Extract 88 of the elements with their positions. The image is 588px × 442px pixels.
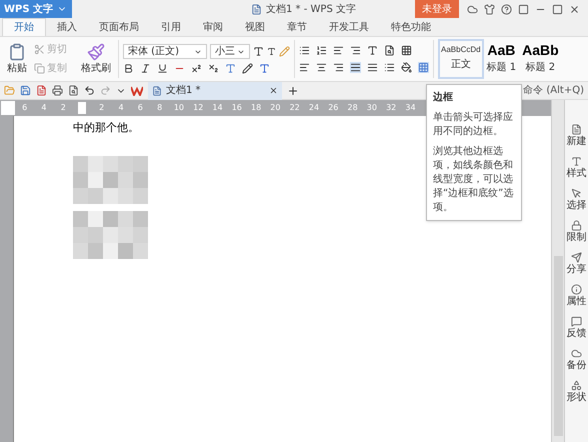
style-preset[interactable]: AaB 标题 1 xyxy=(484,39,520,79)
wps-logo-icon[interactable] xyxy=(131,86,143,96)
ribbon-tab[interactable]: 特色功能 xyxy=(380,18,442,36)
outdent-icon[interactable] xyxy=(333,45,344,56)
pointer-icon xyxy=(571,188,582,199)
vertical-scrollbar[interactable] xyxy=(551,100,564,442)
font-color-icon[interactable] xyxy=(259,63,270,74)
help-icon[interactable] xyxy=(501,4,512,14)
ribbon-tab[interactable]: 章节 xyxy=(276,18,318,36)
italic-icon[interactable] xyxy=(140,63,151,74)
ribbon-tab[interactable]: 视图 xyxy=(234,18,276,36)
task-pane-button[interactable]: 形状 xyxy=(566,380,586,403)
show-marks-icon[interactable] xyxy=(384,45,395,56)
ribbon-tab[interactable]: 开发工具 xyxy=(318,18,380,36)
distributed-icon[interactable] xyxy=(367,62,378,73)
indent-icon[interactable] xyxy=(350,45,361,56)
justify-icon[interactable] xyxy=(350,62,361,73)
document-icon xyxy=(152,86,162,96)
font-size-field[interactable]: 小三 xyxy=(210,44,250,59)
underline-icon[interactable] xyxy=(157,63,168,74)
align-right-icon[interactable] xyxy=(333,62,344,73)
ribbon-tab[interactable]: 审阅 xyxy=(192,18,234,36)
document-icon xyxy=(251,4,262,14)
border-icon[interactable] xyxy=(418,62,429,73)
shading-icon[interactable] xyxy=(401,62,412,73)
text-style-icon xyxy=(571,156,582,167)
bullet-list-icon[interactable] xyxy=(299,45,310,56)
shapes-icon xyxy=(571,380,582,391)
print-preview-icon[interactable] xyxy=(68,85,79,96)
indent-marker-icon[interactable] xyxy=(78,102,86,114)
task-pane-button[interactable]: 新建 xyxy=(566,124,586,147)
superscript-icon[interactable] xyxy=(191,63,202,74)
align-center-icon[interactable] xyxy=(316,62,327,73)
ribbon-tab[interactable]: 页面布局 xyxy=(88,18,150,36)
shirt-icon[interactable] xyxy=(484,4,495,14)
save-icon[interactable] xyxy=(20,85,31,96)
task-pane-button[interactable]: 备份 xyxy=(566,348,586,371)
document-text: 中的那个他。 xyxy=(73,120,139,136)
task-pane-button[interactable]: 选择 xyxy=(566,188,586,211)
chat-bubble-icon xyxy=(571,316,582,327)
document-tab[interactable]: 文档1 * xyxy=(148,82,282,100)
tooltip-text: 浏览其他边框选项，如线条颜色和线型宽度，可以选择“边框和底纹”选项。 xyxy=(433,145,514,215)
clipboard-icon xyxy=(8,42,26,60)
lock-icon xyxy=(571,220,582,231)
app-menu-button[interactable]: WPS 文字 xyxy=(0,0,72,18)
subscript-icon[interactable] xyxy=(208,63,219,74)
numbered-list-icon[interactable] xyxy=(316,45,327,56)
ribbon-tab[interactable]: 引用 xyxy=(150,18,192,36)
align-left-icon[interactable] xyxy=(299,62,310,73)
export-pdf-icon[interactable] xyxy=(36,85,47,96)
tooltip-title: 边框 xyxy=(433,90,454,105)
tooltip-text: 单击箭头可选择应用不同的边框。 xyxy=(433,111,514,139)
ribbon-tab[interactable]: 插入 xyxy=(46,18,88,36)
task-pane-button[interactable]: 属性 xyxy=(566,284,586,307)
font-family-field[interactable]: 宋体 (正文) xyxy=(123,44,207,59)
task-pane-button[interactable]: 样式 xyxy=(566,156,586,179)
cloud-icon xyxy=(571,348,582,359)
maximize-icon[interactable] xyxy=(552,4,563,14)
close-icon[interactable] xyxy=(269,86,278,95)
bold-icon[interactable] xyxy=(123,63,134,74)
task-pane-button[interactable]: 反馈 xyxy=(566,316,586,339)
window-title: 文档1 * - WPS 文字 xyxy=(266,2,356,16)
close-icon[interactable] xyxy=(569,4,580,14)
task-pane-button[interactable]: 限制 xyxy=(566,220,586,243)
send-icon xyxy=(571,252,582,263)
scroll-thumb[interactable] xyxy=(554,256,562,436)
info-icon xyxy=(571,284,582,295)
shrink-font-icon[interactable] xyxy=(267,47,276,56)
style-preset[interactable]: AaBb 标题 2 xyxy=(519,39,562,79)
task-pane-button[interactable]: 分享 xyxy=(566,252,586,275)
paste-button[interactable]: 粘贴 xyxy=(4,42,30,76)
text-effect-icon[interactable] xyxy=(225,63,236,74)
highlight-icon[interactable] xyxy=(242,63,253,74)
copy-icon xyxy=(34,63,45,74)
character-spacing-icon[interactable] xyxy=(367,45,378,56)
grow-font-icon[interactable] xyxy=(253,46,264,57)
paintbrush-icon xyxy=(87,42,105,60)
line-spacing-icon[interactable] xyxy=(384,62,395,73)
format-painter-button[interactable]: 格式刷 xyxy=(78,42,114,76)
new-document-icon xyxy=(571,124,582,135)
undo-icon[interactable] xyxy=(84,85,95,96)
print-icon[interactable] xyxy=(52,85,63,96)
style-preset[interactable]: AaBbCcDd 正文 xyxy=(438,39,484,79)
ribbon-tab[interactable]: 开始 xyxy=(2,18,46,36)
command-search-field[interactable]: 命令 (Alt+Q) xyxy=(523,83,584,98)
new-tab-icon[interactable] xyxy=(287,84,299,96)
scissors-icon xyxy=(34,44,45,55)
table-icon[interactable] xyxy=(401,45,412,56)
